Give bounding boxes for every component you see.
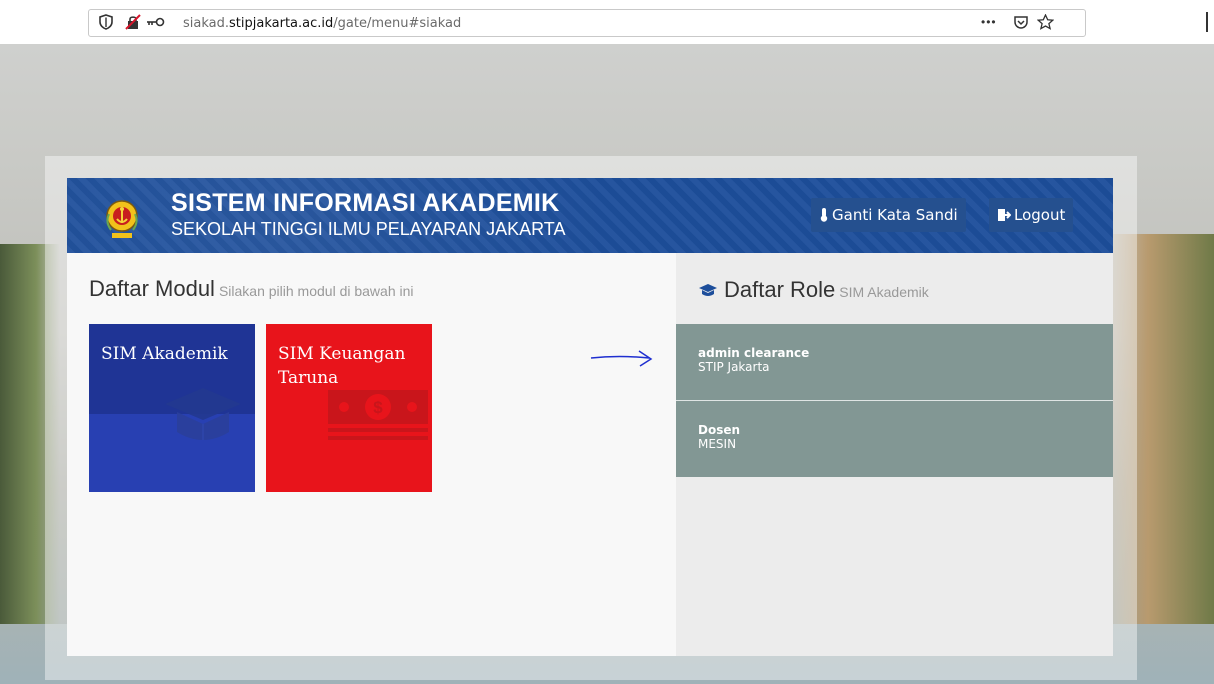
pocket-icon[interactable] xyxy=(1013,14,1029,35)
graduation-cap-icon xyxy=(165,388,241,440)
role-list-context: SIM Akademik xyxy=(839,284,929,300)
url-path: /gate/menu#siakad xyxy=(333,16,462,31)
hand-drawn-arrow xyxy=(590,350,653,367)
browser-toolbar: siakad.stipjakarta.ac.id/gate/menu#siaka… xyxy=(0,0,1214,44)
bookmark-star-icon[interactable] xyxy=(1036,13,1055,35)
module-list-title: Daftar Modul xyxy=(89,276,215,301)
role-item[interactable]: Dosen MESIN xyxy=(676,401,1113,477)
address-bar[interactable]: siakad.stipjakarta.ac.id/gate/menu#siaka… xyxy=(88,9,1086,37)
role-item[interactable]: admin clearance STIP Jakarta xyxy=(676,324,1113,400)
url-domain: stipjakarta.ac.id xyxy=(229,16,334,31)
logout-button[interactable]: Logout xyxy=(989,198,1074,232)
url-subdomain: siakad. xyxy=(183,16,230,31)
module-list-heading: Daftar Modul Silakan pilih modul di bawah… xyxy=(89,276,414,302)
module-tile-sim-keuangan-taruna[interactable]: $ SIM Keuangan Taruna xyxy=(266,324,432,492)
role-unit: MESIN xyxy=(698,437,737,451)
key-icon[interactable] xyxy=(145,14,167,35)
window-edge xyxy=(1206,12,1208,32)
role-unit: STIP Jakarta xyxy=(698,360,770,374)
app-header: SISTEM INFORMASI AKADEMIK SEKOLAH TINGGI… xyxy=(67,178,1113,253)
role-name: Dosen xyxy=(698,423,741,437)
thermometer-icon xyxy=(820,208,828,222)
sign-out-icon xyxy=(998,209,1012,221)
role-list-heading: Daftar Role SIM Akademik xyxy=(698,277,929,303)
module-list-hint: Silakan pilih modul di bawah ini xyxy=(218,283,414,299)
url-text[interactable]: siakad.stipjakarta.ac.id/gate/menu#siaka… xyxy=(183,16,461,32)
module-tile-label: SIM Keuangan Taruna xyxy=(278,344,406,388)
graduation-cap-icon xyxy=(699,284,717,296)
money-icon: $ xyxy=(328,390,428,440)
app-subtitle: SEKOLAH TINGGI ILMU PELAYARAN JAKARTA xyxy=(171,219,566,239)
role-list-title: Daftar Role xyxy=(724,277,836,302)
role-panel: Daftar Role SIM Akademik admin clearance … xyxy=(676,253,1113,656)
change-password-label: Ganti Kata Sandi xyxy=(832,206,958,224)
module-tile-label: SIM Akademik xyxy=(101,344,228,364)
app-title: SISTEM INFORMASI AKADEMIK xyxy=(171,189,560,217)
tracking-protection-shield-icon[interactable] xyxy=(99,14,113,35)
svg-text:$: $ xyxy=(373,398,383,417)
main-card: SISTEM INFORMASI AKADEMIK SEKOLAH TINGGI… xyxy=(67,178,1113,656)
module-tile-sim-akademik[interactable]: SIM Akademik xyxy=(89,324,255,492)
logout-label: Logout xyxy=(1014,206,1066,224)
stip-logo-icon xyxy=(106,200,138,238)
change-password-button[interactable]: Ganti Kata Sandi xyxy=(811,198,966,232)
page-actions-icon[interactable]: ••• xyxy=(981,13,997,31)
role-name: admin clearance xyxy=(698,346,810,360)
insecure-lock-icon[interactable] xyxy=(125,14,141,35)
